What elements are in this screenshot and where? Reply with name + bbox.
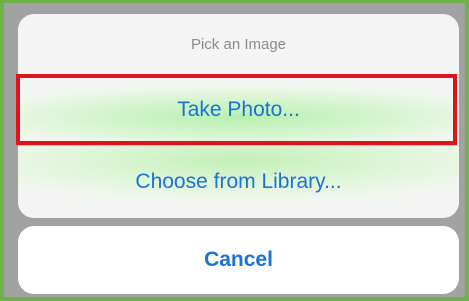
take-photo-button[interactable]: Take Photo...	[18, 75, 459, 145]
action-sheet-title: Pick an Image	[190, 35, 287, 53]
choose-from-library-button[interactable]: Choose from Library...	[18, 146, 459, 218]
cancel-button[interactable]: Cancel	[18, 226, 459, 294]
action-sheet: Pick an Image Take Photo... Choose from …	[18, 14, 459, 218]
